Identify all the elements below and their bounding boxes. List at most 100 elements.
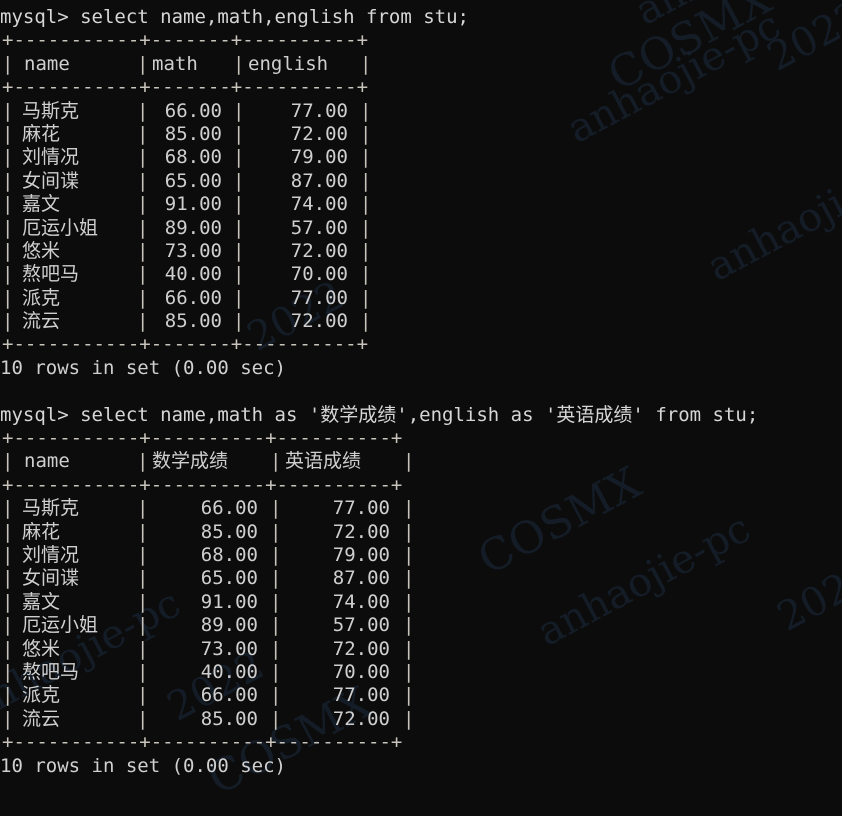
table-pipe: | [2,660,14,683]
cell-english: 79.00 [290,146,348,169]
status-text: 10 rows in set (0.00 sec) [0,356,286,379]
table-pipe: | [403,450,415,473]
cell-english: 72.00 [332,707,390,730]
table-header-row: | | | | name 数学成绩 英语成绩 [0,450,842,473]
table-row: | | | | 流云 85.00 72.00 [0,708,842,731]
cell-name: 刘情况 [22,146,80,169]
cell-math: 65.00 [200,567,258,590]
cell-english: 70.00 [332,660,390,683]
table-pipe: | [137,637,149,660]
status-line: 10 rows in set (0.00 sec) [0,357,842,380]
command-line: mysql> select name,math,english from stu… [0,6,842,29]
table-pipe: | [270,520,282,543]
rule-text: +-----------+-------+----------+ [2,76,369,99]
cell-english: 72.00 [332,637,390,660]
cell-english: 77.00 [332,497,390,520]
cell-name: 嘉文 [22,193,61,216]
table-row: | | | | 熬吧马 40.00 70.00 [0,263,842,286]
table-pipe: | [137,567,149,590]
column-header-english: english [248,52,329,75]
table-pipe: | [270,590,282,613]
table-pipe: | [270,567,282,590]
terminal-output[interactable]: mysql> select name,math,english from stu… [0,0,842,778]
cell-math: 66.00 [200,497,258,520]
table-pipe: | [403,684,415,707]
table-pipe: | [2,567,14,590]
table-pipe: | [2,614,14,637]
cell-math: 85.00 [164,310,222,333]
cell-english: 87.00 [332,567,390,590]
table-row: | | | | 麻花 85.00 72.00 [0,521,842,544]
table-pipe: | [2,52,14,75]
rule-text: +-----------+-------+----------+ [2,333,369,356]
table-pipe: | [2,310,14,333]
cell-math: 89.00 [200,614,258,637]
table-pipe: | [360,146,372,169]
table-pipe: | [137,216,149,239]
table-row: | | | | 刘情况 68.00 79.00 [0,544,842,567]
column-header-name: name [24,52,70,75]
cell-english: 57.00 [332,614,390,637]
table-pipe: | [270,543,282,566]
table-pipe: | [233,263,245,286]
cell-math: 89.00 [164,216,222,239]
column-header-name: name [24,450,70,473]
cell-english: 77.00 [332,684,390,707]
column-header-math: math [152,52,198,75]
table-pipe: | [360,263,372,286]
cell-math: 91.00 [164,193,222,216]
table-row: | | | | 熬吧马 40.00 70.00 [0,661,842,684]
cell-math: 66.00 [200,684,258,707]
cell-name: 厄运小姐 [22,614,99,637]
table-pipe: | [137,660,149,683]
table-pipe: | [2,684,14,707]
table-pipe: | [137,169,149,192]
table-pipe: | [360,169,372,192]
status-line: 10 rows in set (0.00 sec) [0,755,842,778]
table-pipe: | [2,146,14,169]
table-pipe: | [137,52,149,75]
table-pipe: | [403,660,415,683]
table-row: | | | | 麻花 85.00 72.00 [0,123,842,146]
table-pipe: | [137,590,149,613]
table-pipe: | [270,497,282,520]
table-row: | | | | 嘉文 91.00 74.00 [0,591,842,614]
command-text: mysql> select name,math as '数学成绩',englis… [0,403,759,426]
table-pipe: | [233,310,245,333]
status-text: 10 rows in set (0.00 sec) [0,754,286,777]
table-pipe: | [2,543,14,566]
table-pipe: | [270,684,282,707]
cell-name: 派克 [22,286,61,309]
table-pipe: | [233,146,245,169]
cell-math: 73.00 [164,239,222,262]
rule-text: +-----------+-------+----------+ [2,29,369,52]
cell-english: 74.00 [290,193,348,216]
table-pipe: | [137,263,149,286]
command-line: mysql> select name,math as '数学成绩',englis… [0,404,842,427]
column-header-english: 英语成绩 [285,450,362,473]
table-rule: +-----------+----------+----------+ [0,731,842,754]
table-pipe: | [360,239,372,262]
rule-text: +-----------+----------+----------+ [2,731,403,754]
table-pipe: | [137,543,149,566]
table-pipe: | [233,216,245,239]
table-pipe: | [2,239,14,262]
table-pipe: | [403,637,415,660]
table-pipe: | [2,590,14,613]
table-pipe: | [233,169,245,192]
cell-english: 72.00 [290,310,348,333]
table-pipe: | [137,193,149,216]
cell-math: 91.00 [200,590,258,613]
table-pipe: | [137,450,149,473]
table-pipe: | [403,707,415,730]
table-pipe: | [2,99,14,122]
cell-math: 40.00 [164,263,222,286]
cell-math: 65.00 [164,169,222,192]
cell-english: 77.00 [290,286,348,309]
cell-name: 悠米 [22,239,61,262]
cell-name: 悠米 [22,637,61,660]
cell-english: 87.00 [290,169,348,192]
table-pipe: | [2,169,14,192]
cell-english: 74.00 [332,590,390,613]
table-pipe: | [137,239,149,262]
